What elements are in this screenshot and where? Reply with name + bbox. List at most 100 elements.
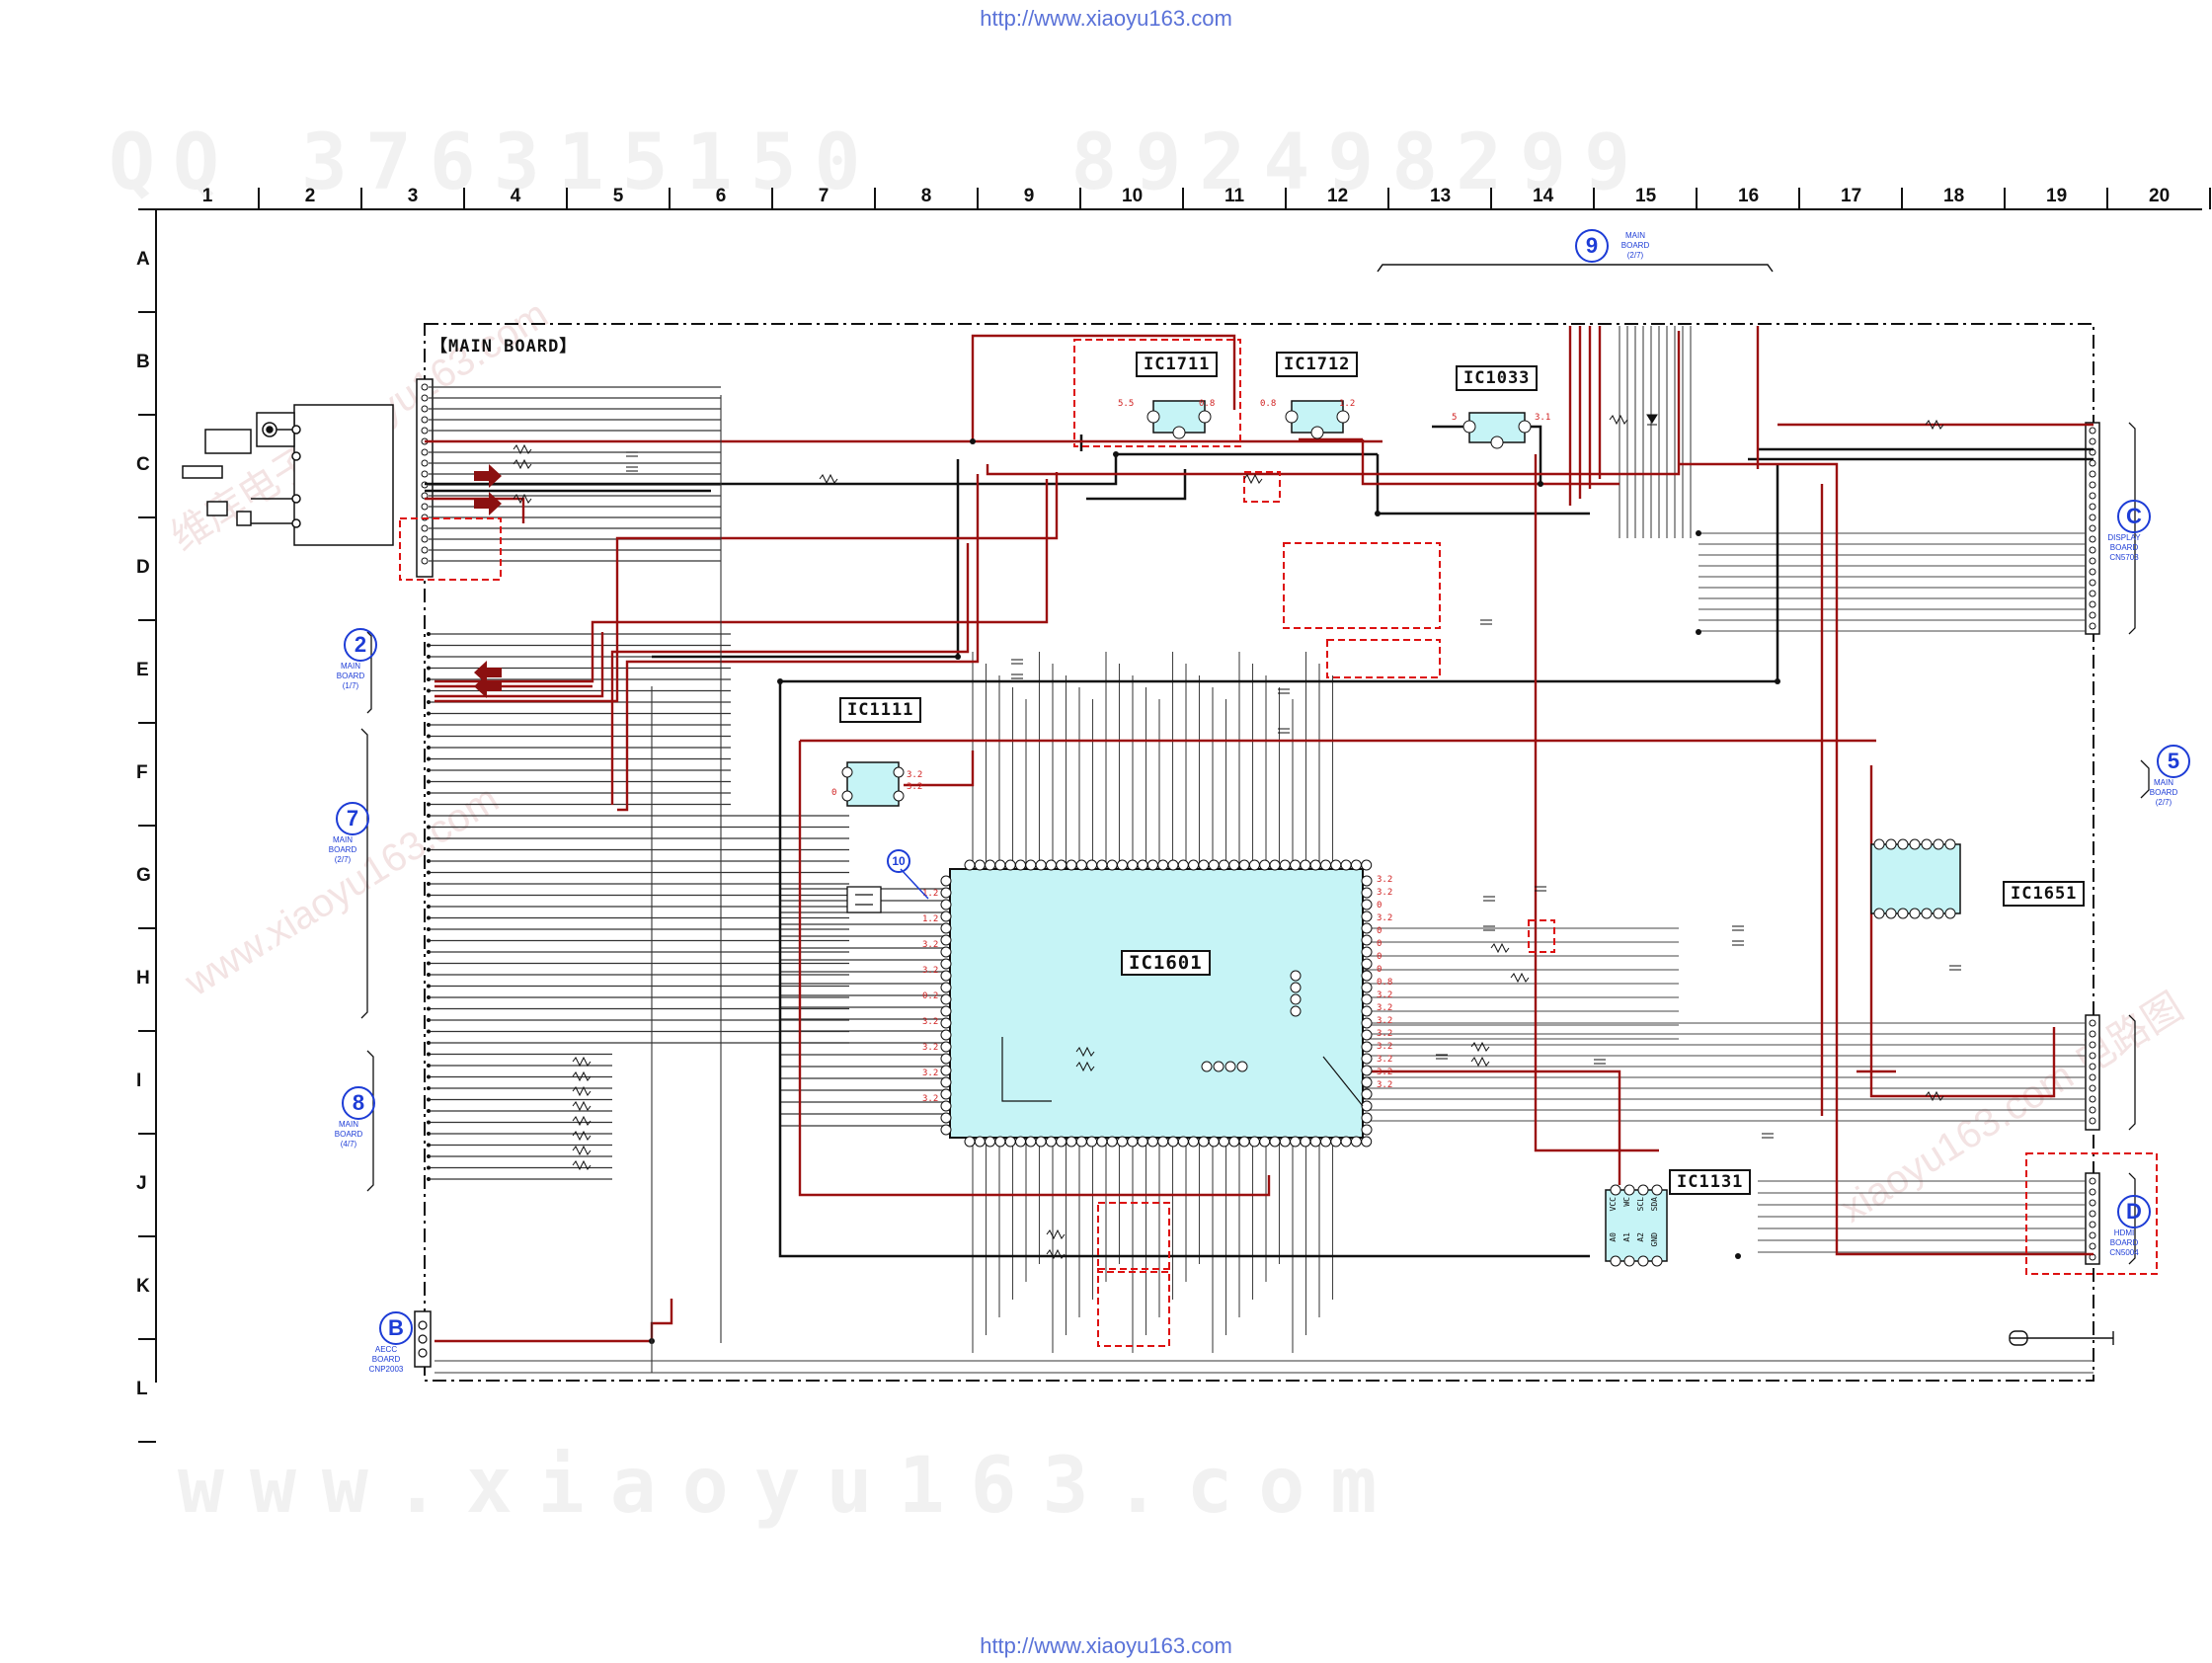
connector-5-line2: BOARD: [2149, 788, 2178, 797]
column-label: 6: [715, 186, 727, 206]
connector-9-line2: BOARD: [1620, 241, 1650, 250]
voltage-label: 0: [1377, 939, 1382, 949]
row-label: I: [136, 1070, 142, 1091]
voltage-label: 5.5: [1118, 399, 1135, 409]
ic1131-pin-label: WC: [1622, 1197, 1631, 1207]
ic1131-pin-label: SDA: [1650, 1197, 1659, 1212]
callout-10-number: 10: [892, 854, 906, 868]
column-label: 10: [1122, 186, 1144, 206]
connector-2-line3: (1/7): [342, 681, 359, 690]
column-label: 16: [1738, 186, 1760, 206]
voltage-label: 0: [831, 788, 837, 798]
voltage-label: 3.2: [1377, 1029, 1393, 1039]
voltage-label: 3.2: [1377, 1016, 1393, 1026]
voltage-label: 3.2: [1377, 1080, 1393, 1090]
connector-D-line3: CN5004: [2109, 1248, 2139, 1257]
column-label: 1: [201, 186, 213, 206]
connector-8-symbol: 8: [342, 1086, 375, 1120]
connector-ref-2[interactable]: 2 MAIN BOARD (1/7): [336, 628, 385, 691]
column-label: 15: [1635, 186, 1657, 206]
row-label: K: [136, 1276, 150, 1297]
voltage-label: 1.2: [922, 914, 939, 924]
column-label: 18: [1943, 186, 1965, 206]
voltage-label: 3.2: [1377, 990, 1393, 1000]
voltage-label: 3.2: [1377, 1068, 1393, 1077]
connector-8-line1: MAIN: [339, 1120, 358, 1129]
column-label: 19: [2046, 186, 2068, 206]
voltage-label: 0.2: [922, 991, 939, 1001]
voltage-label: 1.2: [1339, 399, 1356, 409]
connector-ref-D[interactable]: D HDMI BOARD CN5004: [2109, 1195, 2159, 1258]
connector-8-line2: BOARD: [334, 1130, 363, 1139]
ic1033-body: [1462, 412, 1532, 449]
connector-ref-B[interactable]: B AECC BOARD CNP2003: [369, 1311, 421, 1375]
connector-2-symbol: 2: [344, 628, 377, 662]
ic1131-pin-label: A2: [1636, 1232, 1645, 1242]
ic1601-body: [940, 859, 1373, 1148]
voltage-label: 3.2: [922, 1094, 939, 1104]
connector-9-line1: MAIN: [1625, 231, 1645, 240]
column-label: 3: [407, 186, 419, 206]
connector-7-line3: (2/7): [334, 855, 352, 864]
connector-B-line3: CNP2003: [368, 1365, 404, 1374]
schematic-sheet: http://www.xiaoyu163.com http://www.xiao…: [0, 0, 2212, 1663]
row-label: B: [136, 352, 150, 372]
row-label: H: [136, 968, 150, 989]
row-label: C: [136, 454, 150, 475]
connector-7-symbol: 7: [336, 802, 369, 835]
column-label: 2: [304, 186, 316, 206]
column-label: 5: [612, 186, 624, 206]
column-label: 7: [818, 186, 830, 206]
ic1033-label: IC1033: [1456, 365, 1539, 391]
voltage-label: 3.2: [1377, 1003, 1393, 1013]
row-label: G: [136, 865, 151, 886]
connector-5-line1: MAIN: [2154, 778, 2173, 787]
row-label: F: [136, 762, 148, 783]
connector-ref-9-text: MAIN BOARD (2/7): [1615, 231, 1654, 261]
voltage-label: 3.2: [1377, 888, 1393, 898]
connector-C-line1: DISPLAY: [2107, 533, 2141, 542]
voltage-label: 0.8: [1260, 399, 1277, 409]
voltage-label: 5: [1452, 413, 1458, 423]
connector-2-line2: BOARD: [336, 672, 365, 680]
row-label: J: [136, 1173, 147, 1194]
ic1711-label: IC1711: [1136, 352, 1219, 377]
column-label: 9: [1023, 186, 1035, 206]
ic1601-label: IC1601: [1121, 950, 1211, 976]
ground-symbol: [2009, 1330, 2114, 1346]
voltage-label: 0.8: [1377, 978, 1393, 988]
voltage-label: 3.2: [1377, 1042, 1393, 1052]
column-label: 4: [510, 186, 521, 206]
ic1131-pin-label: GND: [1650, 1232, 1659, 1247]
voltage-label: 3.2: [1377, 913, 1393, 923]
ic1651-body: [1870, 838, 1961, 919]
column-label: 13: [1430, 186, 1452, 206]
connector-ref-5[interactable]: 5 MAIN BOARD (2/7): [2149, 745, 2198, 808]
connector-ref-8[interactable]: 8 MAIN BOARD (4/7): [334, 1086, 383, 1149]
column-label: 11: [1224, 186, 1245, 206]
voltage-label: 3.2: [1377, 875, 1393, 885]
connector-B-line2: BOARD: [371, 1355, 401, 1364]
connector-ref-7[interactable]: 7 MAIN BOARD (2/7): [328, 802, 377, 865]
ic1131-label: IC1131: [1669, 1169, 1752, 1195]
row-label: L: [136, 1379, 148, 1399]
voltage-label: 3.2: [922, 966, 939, 976]
ic1111-label: IC1111: [839, 697, 922, 723]
connector-C-line2: BOARD: [2109, 543, 2139, 552]
voltage-label: 3.2: [907, 770, 923, 780]
jack-block: [182, 404, 394, 546]
connector-D-line2: BOARD: [2109, 1238, 2139, 1247]
connector-ref-C[interactable]: C DISPLAY BOARD CN5703: [2107, 500, 2159, 563]
right-bus-lines: [1363, 532, 2086, 1253]
row-label: D: [136, 557, 150, 578]
connector-D-line1: HDMI: [2113, 1228, 2135, 1237]
column-label: 8: [920, 186, 932, 206]
ic1131-pin-label: A0: [1609, 1232, 1618, 1242]
top-brace: [1377, 264, 1774, 273]
voltage-label: 3.1: [1535, 413, 1551, 423]
voltage-label: 0: [1377, 965, 1382, 975]
ic1651-label: IC1651: [2003, 881, 2086, 907]
ic1131-pin-label: A1: [1622, 1232, 1631, 1242]
voltage-label: 3.2: [922, 1043, 939, 1053]
ic1111-body: [841, 761, 905, 807]
